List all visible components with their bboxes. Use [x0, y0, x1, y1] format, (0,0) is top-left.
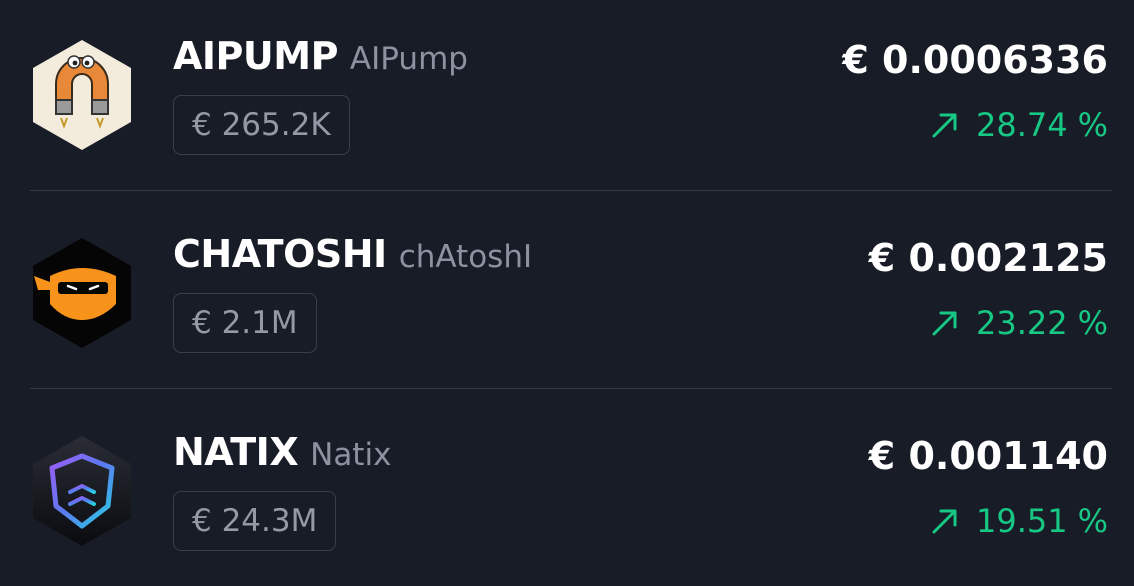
token-symbol: NATIX Natix [173, 430, 391, 474]
token-symbol: CHATOSHI chAtoshI [173, 232, 532, 276]
price-change-unit: % [1077, 502, 1108, 540]
trend-up-arrow-icon [930, 110, 960, 140]
token-price: € 0.0006336 [842, 38, 1108, 82]
trend-up-arrow-icon [930, 506, 960, 536]
token-price: € 0.001140 [868, 434, 1108, 478]
price-change-value: 19.51 [975, 502, 1068, 540]
trend-up-arrow-icon [930, 308, 960, 338]
token-symbol-text: AIPUMP [173, 34, 338, 78]
price-change-unit: % [1077, 304, 1108, 342]
market-cap-badge: € 265.2K [173, 95, 350, 155]
token-row-natix[interactable]: NATIX Natix € 24.3M € 0.001140 19.51 % [0, 396, 1134, 586]
price-change: 28.74 % [930, 106, 1108, 144]
token-name: AIPump [349, 41, 468, 77]
market-cap-badge: € 24.3M [173, 491, 337, 551]
token-symbol-text: NATIX [173, 430, 299, 474]
price-change-value: 23.22 [975, 304, 1068, 342]
price-change-unit: % [1077, 106, 1108, 144]
natix-shield-icon [30, 434, 134, 548]
token-name: chAtoshI [398, 239, 533, 275]
row-divider [30, 190, 1112, 191]
ninja-mask-icon [30, 236, 134, 350]
magnet-mascot-icon [30, 38, 134, 152]
token-list: AIPUMP AIPump € 265.2K € 0.0006336 28.74 … [0, 0, 1134, 567]
market-cap-badge: € 2.1M [173, 293, 317, 353]
price-change-value: 28.74 [975, 106, 1068, 144]
row-divider [30, 388, 1112, 389]
token-symbol: AIPUMP AIPump [173, 34, 468, 78]
token-row-aipump[interactable]: AIPUMP AIPump € 265.2K € 0.0006336 28.74 … [0, 0, 1134, 190]
token-name: Natix [310, 437, 392, 473]
token-row-chatoshi[interactable]: CHATOSHI chAtoshI € 2.1M € 0.002125 23.22… [0, 198, 1134, 388]
price-change: 23.22 % [930, 304, 1108, 342]
token-symbol-text: CHATOSHI [173, 232, 387, 276]
token-price: € 0.002125 [868, 236, 1108, 280]
price-change: 19.51 % [930, 502, 1108, 540]
